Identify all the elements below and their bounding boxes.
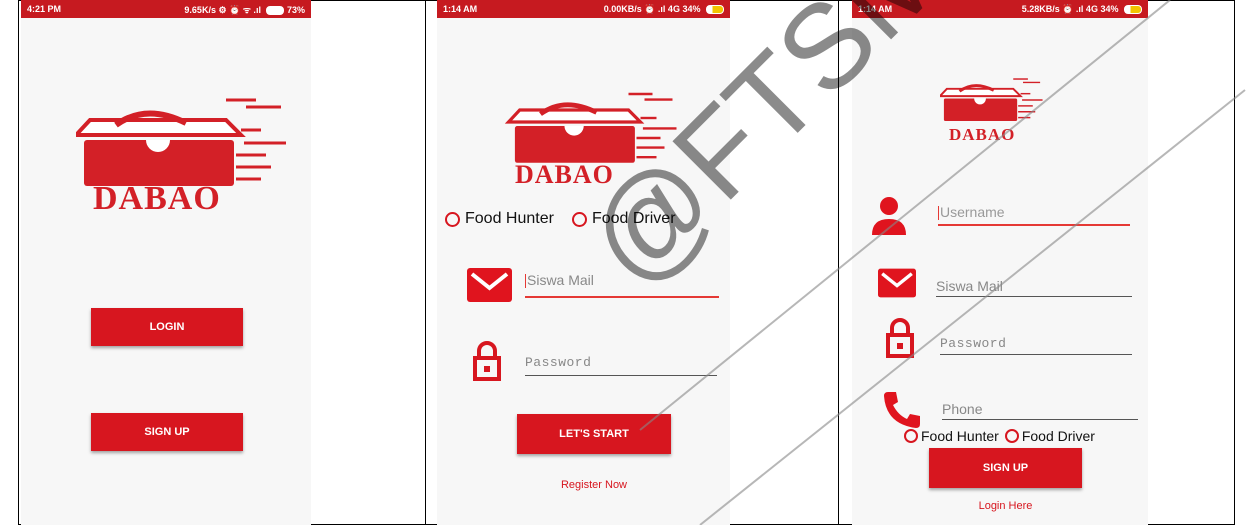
status-bar: 4:21 PM 9.65K/s ⚙ ⏰ ᯤ .ıl 73% <box>21 0 311 18</box>
register-now-link[interactable]: Register Now <box>517 479 671 491</box>
radio-food-hunter[interactable]: Food Hunter <box>904 428 999 444</box>
brand-title: DABAO <box>949 125 1016 144</box>
radio-checked-icon <box>904 429 918 443</box>
password-input[interactable]: Password <box>940 336 1132 355</box>
panel-divider <box>425 0 426 525</box>
radio-food-driver[interactable]: Food Driver <box>1004 428 1095 444</box>
login-here-link[interactable]: Login Here <box>929 500 1082 512</box>
radio-checked-icon <box>445 211 460 227</box>
mail-icon <box>467 268 512 302</box>
status-indicators: 9.65K/s ⚙ ⏰ ᯤ .ıl 73% <box>184 4 305 15</box>
status-indicators: 5.28KB/s ⏰ .ıl 4G 34% <box>1022 4 1142 15</box>
battery-level: 34% <box>1100 3 1119 14</box>
radio-label: Food Hunter <box>921 428 999 444</box>
radio-label: Food Hunter <box>465 210 554 227</box>
battery-icon <box>1124 4 1142 14</box>
login-button[interactable]: LOGIN <box>91 308 243 346</box>
lock-icon <box>886 318 914 358</box>
brand-title: DABAO <box>93 180 221 217</box>
text-caret <box>938 206 939 221</box>
battery-level: 73% <box>286 4 305 15</box>
radio-food-hunter[interactable]: Food Hunter <box>445 210 554 228</box>
radio-label: Food Driver <box>1021 428 1095 444</box>
username-input[interactable]: Username <box>938 204 1130 226</box>
radio-unchecked-icon <box>1004 429 1019 443</box>
mail-icon <box>878 268 916 298</box>
text-caret <box>525 274 526 289</box>
status-time: 1:14 AM <box>443 4 478 14</box>
battery-level: 34% <box>682 3 701 14</box>
siswa-mail-input[interactable]: Siswa Mail <box>936 278 1132 297</box>
phone-input[interactable]: Phone <box>942 401 1138 420</box>
battery-icon <box>266 5 285 15</box>
status-bar: 1:14 AM 0.00KB/s ⏰ .ıl 4G 34% <box>437 0 730 18</box>
signup-screen: 1:14 AM 5.28KB/s ⏰ .ıl 4G 34% DABAO User… <box>852 0 1148 525</box>
signup-button[interactable]: SIGN UP <box>91 413 243 451</box>
dabao-logo-icon <box>940 78 1043 122</box>
password-input[interactable]: Password <box>525 355 717 376</box>
status-indicators: 0.00KB/s ⏰ .ıl 4G 34% <box>604 4 724 15</box>
user-icon <box>872 197 906 235</box>
welcome-screen: 4:21 PM 9.65K/s ⚙ ⏰ ᯤ .ıl 73% DABAO LOGI… <box>21 0 311 525</box>
status-time: 4:21 PM <box>27 4 62 14</box>
phone-icon <box>884 392 920 428</box>
lock-icon <box>473 341 501 381</box>
signup-button[interactable]: SIGN UP <box>929 448 1082 488</box>
role-radio-group: Food Hunter Food Driver <box>904 428 1095 444</box>
lets-start-button[interactable]: LET'S START <box>517 414 671 454</box>
battery-icon <box>706 4 724 14</box>
